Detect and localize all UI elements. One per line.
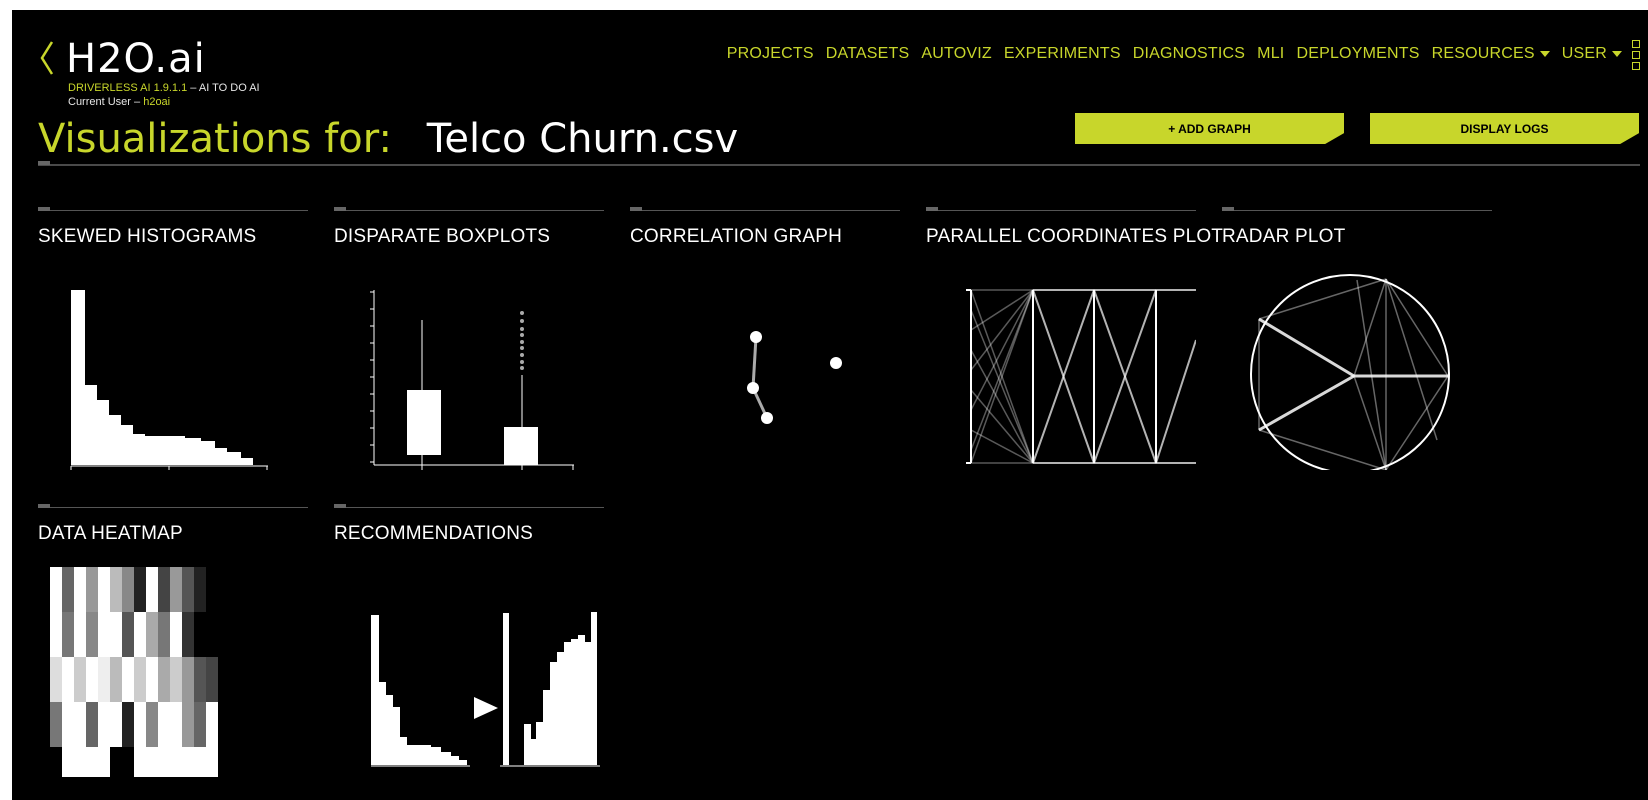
divider-tab — [38, 161, 50, 165]
card-tab — [1222, 207, 1234, 211]
page-title-prefix: Visualizations for: — [38, 116, 392, 162]
nav-datasets[interactable]: DATASETS — [826, 45, 910, 63]
card-radar-plot[interactable]: RADAR PLOT — [1222, 207, 1492, 490]
page-title: Visualizations for: Telco Churn.csv — [38, 116, 738, 162]
top-nav: PROJECTS DATASETS AUTOVIZ EXPERIMENTS DI… — [727, 45, 1622, 63]
card-tab — [334, 504, 346, 508]
card-title: CORRELATION GRAPH — [630, 226, 843, 247]
card-title: SKEWED HISTOGRAMS — [38, 226, 257, 247]
card-divider — [38, 507, 308, 508]
header-divider — [38, 164, 1640, 166]
tagline: AI TO DO AI — [198, 82, 260, 94]
recommendations-thumbnail-icon — [371, 612, 600, 767]
grid-menu-icon[interactable] — [1632, 40, 1640, 70]
nav-deployments[interactable]: DEPLOYMENTS — [1296, 45, 1419, 63]
nav-user-label: USER — [1561, 45, 1607, 62]
card-divider — [630, 210, 900, 211]
card-title: DISPARATE BOXPLOTS — [334, 226, 551, 247]
boxplot-thumbnail-icon — [370, 290, 574, 470]
nav-mli[interactable]: MLI — [1257, 45, 1284, 63]
nav-resources[interactable]: RESOURCES — [1432, 45, 1550, 63]
card-tab — [38, 207, 50, 211]
dataset-name: Telco Churn.csv — [426, 116, 739, 162]
nav-projects[interactable]: PROJECTS — [727, 45, 814, 63]
network-graph-thumbnail-icon — [747, 331, 842, 424]
product-version: DRIVERLESS AI 1.9.1.1 — [68, 82, 188, 94]
card-divider — [926, 210, 1196, 211]
nav-diagnostics[interactable]: DIAGNOSTICS — [1133, 45, 1245, 63]
caret-down-icon — [1539, 50, 1550, 57]
card-title: RECOMMENDATIONS — [334, 523, 533, 544]
card-tab — [630, 207, 642, 211]
card-skewed-histograms[interactable]: SKEWED HISTOGRAMS — [38, 207, 308, 490]
card-tab — [334, 207, 346, 211]
parallel-coordinates-thumbnail-icon — [966, 289, 1196, 464]
card-tab — [38, 504, 50, 508]
nav-user[interactable]: USER — [1562, 45, 1622, 63]
current-user-name: h2oai — [143, 96, 171, 108]
card-title: PARALLEL COORDINATES PLOT — [926, 226, 1224, 247]
histogram-thumbnail-icon — [70, 290, 268, 470]
nav-experiments[interactable]: EXPERIMENTS — [1004, 45, 1121, 63]
app-window: H2O.ai DRIVERLESS AI 1.9.1.1 – AI TO DO … — [12, 10, 1648, 800]
back-chevron-icon[interactable] — [38, 38, 56, 78]
heatmap-thumbnail-icon — [50, 567, 218, 777]
card-parallel-coordinates-plot[interactable]: PARALLEL COORDINATES PLOT — [926, 207, 1223, 490]
card-correlation-graph[interactable]: CORRELATION GRAPH — [630, 207, 900, 490]
version-line: DRIVERLESS AI 1.9.1.1 – AI TO DO AI — [68, 82, 260, 94]
card-disparate-boxplots[interactable]: DISPARATE BOXPLOTS — [334, 207, 604, 490]
version-separator: – — [190, 82, 197, 94]
radar-thumbnail-icon — [1250, 274, 1450, 470]
caret-down-icon — [1612, 50, 1622, 57]
current-user-line: Current User – h2oai — [68, 96, 170, 108]
card-divider — [38, 210, 308, 211]
current-user-label: Current User – — [68, 96, 141, 108]
nav-resources-label: RESOURCES — [1431, 45, 1535, 62]
card-divider — [334, 507, 604, 508]
arrow-right-icon — [474, 697, 498, 719]
card-recommendations[interactable]: RECOMMENDATIONS — [334, 504, 604, 787]
display-logs-button[interactable]: DISPLAY LOGS — [1370, 113, 1639, 144]
card-tab — [926, 207, 938, 211]
card-data-heatmap[interactable]: DATA HEATMAP — [38, 504, 308, 787]
card-title: RADAR PLOT — [1222, 226, 1346, 247]
card-title: DATA HEATMAP — [38, 523, 183, 544]
nav-autoviz[interactable]: AUTOVIZ — [921, 45, 991, 63]
add-graph-button[interactable]: + ADD GRAPH — [1075, 113, 1344, 144]
card-divider — [334, 210, 604, 211]
card-divider — [1222, 210, 1492, 211]
logo[interactable]: H2O.ai — [66, 36, 206, 82]
